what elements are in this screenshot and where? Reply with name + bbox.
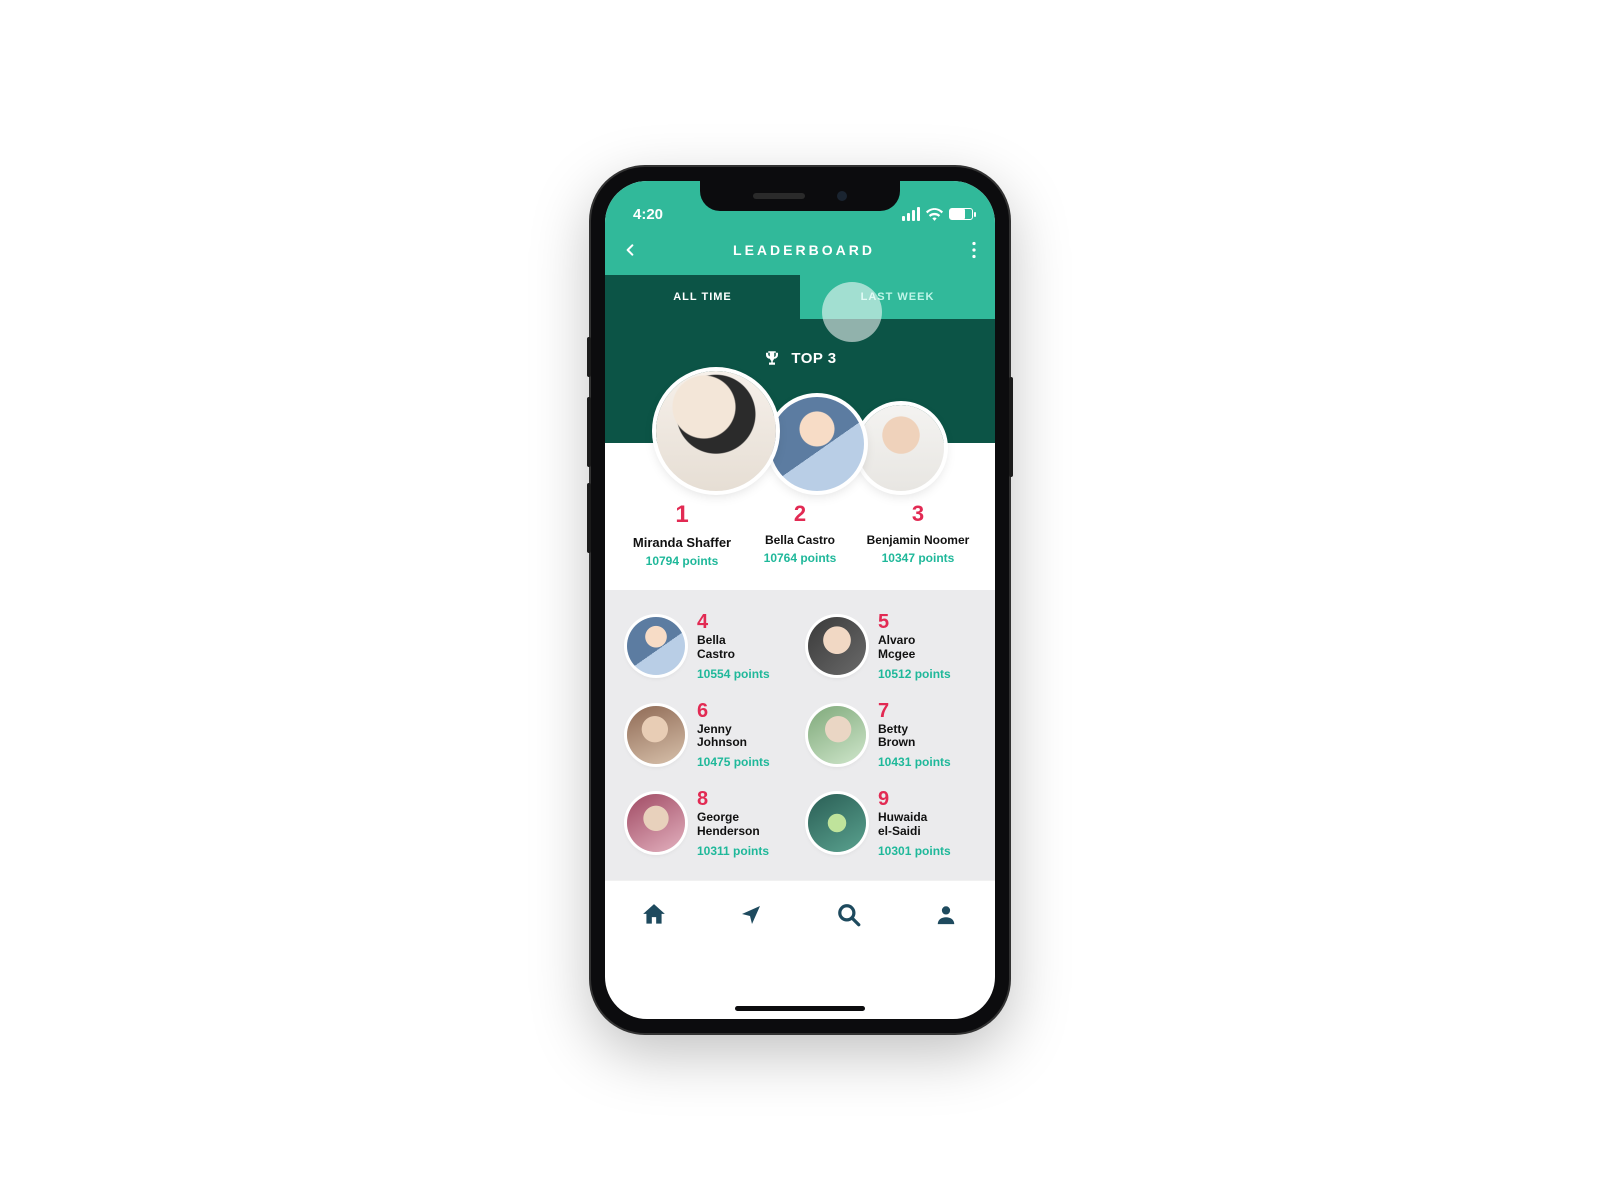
leaderboard-entry[interactable]: 5 AlvaroMcgee 10512 points xyxy=(808,612,973,681)
leaderboard-entry[interactable]: 8 GeorgeHenderson 10311 points xyxy=(627,789,792,858)
rank-number: 4 xyxy=(697,612,770,632)
user-points: 10475 points xyxy=(697,755,770,769)
top3-row: 1 Miranda Shaffer 10794 points 2 Bella C… xyxy=(605,443,995,590)
podium-3[interactable]: 3 Benjamin Noomer 10347 points xyxy=(859,501,977,568)
user-name: JennyJohnson xyxy=(697,723,770,751)
touch-indicator xyxy=(822,282,882,342)
tab-all-time[interactable]: ALL TIME xyxy=(605,275,800,319)
search-icon xyxy=(836,902,862,928)
device-notch xyxy=(700,181,900,211)
user-points: 10554 points xyxy=(697,667,770,681)
rank-number: 7 xyxy=(878,701,951,721)
rank-number: 2 xyxy=(741,501,859,527)
rank-number: 5 xyxy=(878,612,951,632)
home-icon xyxy=(641,902,667,928)
avatar[interactable] xyxy=(656,371,776,491)
avatar xyxy=(627,706,685,764)
rank-number: 1 xyxy=(623,501,741,529)
user-name: AlvaroMcgee xyxy=(878,634,951,662)
avatar xyxy=(627,617,685,675)
rank-number: 9 xyxy=(878,789,951,809)
battery-icon xyxy=(949,208,973,220)
person-icon xyxy=(935,903,957,927)
rank-number: 8 xyxy=(697,789,769,809)
podium-2[interactable]: 2 Bella Castro 10764 points xyxy=(741,501,859,568)
podium-1[interactable]: 1 Miranda Shaffer 10794 points xyxy=(623,501,741,568)
bottom-nav xyxy=(605,880,995,950)
page-title: LEADERBOARD xyxy=(637,242,971,258)
user-name: Huwaidael-Saidi xyxy=(878,811,951,839)
signal-icon xyxy=(902,207,920,221)
user-name: GeorgeHenderson xyxy=(697,811,769,839)
avatar xyxy=(808,706,866,764)
avatar xyxy=(627,794,685,852)
user-name: Benjamin Noomer xyxy=(859,533,977,547)
avatar[interactable] xyxy=(858,405,944,491)
screen: 4:20 LEADERBOARD xyxy=(605,181,995,1019)
location-arrow-icon xyxy=(739,903,763,927)
nav-profile[interactable] xyxy=(924,893,968,937)
user-points: 10311 points xyxy=(697,844,769,858)
leaderboard-entry[interactable]: 7 BettyBrown 10431 points xyxy=(808,701,973,770)
user-name: BellaCastro xyxy=(697,634,770,662)
user-points: 10764 points xyxy=(741,551,859,565)
avatar xyxy=(808,617,866,675)
app-header: LEADERBOARD xyxy=(605,225,995,275)
user-name: BettyBrown xyxy=(878,723,951,751)
leaderboard-grid: 4 BellaCastro 10554 points 5 AlvaroMcgee… xyxy=(605,590,995,880)
rank-number: 3 xyxy=(859,501,977,527)
avatar[interactable] xyxy=(770,397,864,491)
leaderboard-entry[interactable]: 4 BellaCastro 10554 points xyxy=(627,612,792,681)
top3-avatars xyxy=(605,371,995,491)
user-points: 10301 points xyxy=(878,844,951,858)
top3-label: TOP 3 xyxy=(791,350,836,367)
user-points: 10347 points xyxy=(859,551,977,565)
user-points: 10794 points xyxy=(623,554,741,568)
trophy-icon xyxy=(763,349,781,367)
leaderboard-entry[interactable]: 6 JennyJohnson 10475 points xyxy=(627,701,792,770)
nav-search[interactable] xyxy=(827,893,871,937)
leaderboard-entry[interactable]: 9 Huwaidael-Saidi 10301 points xyxy=(808,789,973,858)
wifi-icon xyxy=(926,208,943,221)
more-button[interactable] xyxy=(971,241,977,259)
status-time: 4:20 xyxy=(633,206,663,223)
rank-number: 6 xyxy=(697,701,770,721)
user-points: 10431 points xyxy=(878,755,951,769)
user-name: Bella Castro xyxy=(741,533,859,547)
more-vertical-icon xyxy=(971,241,977,259)
avatar xyxy=(808,794,866,852)
nav-home[interactable] xyxy=(632,893,676,937)
phone-frame: 4:20 LEADERBOARD xyxy=(591,167,1009,1033)
home-indicator[interactable] xyxy=(735,1006,865,1011)
user-points: 10512 points xyxy=(878,667,951,681)
chevron-left-icon xyxy=(623,242,637,258)
back-button[interactable] xyxy=(623,242,637,258)
time-filter-tabs: ALL TIME LAST WEEK xyxy=(605,275,995,319)
nav-send[interactable] xyxy=(729,893,773,937)
user-name: Miranda Shaffer xyxy=(623,535,741,550)
